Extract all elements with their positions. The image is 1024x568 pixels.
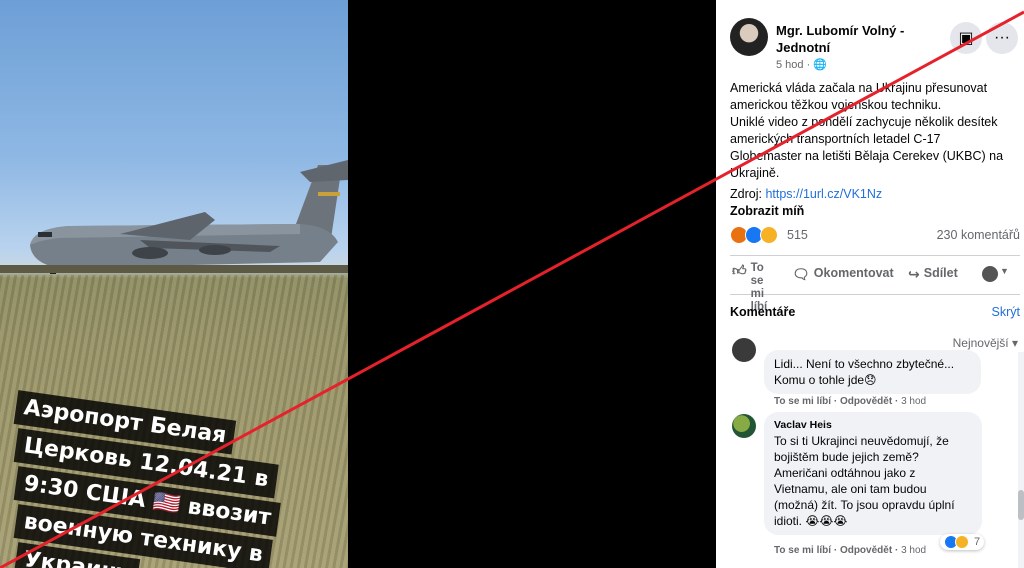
- commenter-avatar[interactable]: [732, 414, 756, 438]
- chevron-down-icon: ▼: [1000, 266, 1009, 276]
- panel-scrollbar[interactable]: [1018, 352, 1024, 568]
- hide-comments-link[interactable]: Skrýt: [992, 305, 1020, 319]
- media-viewer[interactable]: Аэропорт Белая Церковь 12.04.21 в 9:30 С…: [0, 0, 716, 568]
- see-less-link[interactable]: Zobrazit míň: [730, 204, 804, 218]
- thumbs-up-icon: 👍︎: [732, 262, 747, 278]
- source-line: Zdroj: https://1url.cz/VK1Nz: [730, 187, 882, 201]
- reaction-count: 515: [787, 228, 808, 242]
- comment-label: Okomentovat: [813, 266, 894, 280]
- profile-avatar-icon: [982, 266, 998, 282]
- post-paragraph: Americká vláda začala na Ukrajinu přesun…: [730, 81, 988, 112]
- post-actions-bar: 👍︎ To se mi líbí 🗨︎ Okomentovat ↪ Sdílet…: [730, 255, 1020, 313]
- comment-like-link[interactable]: To se mi líbí: [774, 545, 831, 556]
- more-icon: ···: [994, 29, 1010, 46]
- sad-reaction-icon: [760, 226, 778, 244]
- share-icon: ↪: [908, 266, 920, 282]
- comment-text: Komu o tohle jde😞: [774, 373, 877, 387]
- scrollbar-thumb[interactable]: [1018, 490, 1024, 520]
- comment-bubble: Lidi... Není to všechno zbytečné... Komu…: [764, 350, 981, 394]
- author-name[interactable]: Mgr. Lubomír Volný - Jednotní: [776, 22, 936, 56]
- cargo-plane-image: [0, 160, 348, 274]
- comment-time[interactable]: 3 hod: [901, 545, 926, 556]
- commenter-name[interactable]: Vaclav Heis: [774, 417, 972, 433]
- comment-meta: To se mi líbí · Odpovědět · 3 hod: [774, 396, 927, 407]
- comment-reaction-count: 7: [974, 536, 981, 548]
- comment-sort-dropdown[interactable]: Nejnovější ▾: [953, 336, 1018, 350]
- video-caption: Аэропорт Белая Церковь 12.04.21 в 9:30 С…: [13, 388, 316, 568]
- comment-bubble: Vaclav Heis To si ti Ukrajinci neuvědomu…: [764, 412, 982, 535]
- author-avatar[interactable]: [730, 18, 768, 56]
- comment-reply-link[interactable]: Odpovědět: [840, 545, 892, 556]
- reactions-summary[interactable]: 515: [730, 226, 808, 244]
- post-side-panel: Mgr. Lubomír Volný - Jednotní 5 hod · 🌐 …: [716, 0, 1024, 568]
- more-options-button[interactable]: ···: [986, 22, 1018, 54]
- comment-reactions[interactable]: 7: [940, 534, 985, 550]
- video-frame[interactable]: Аэропорт Белая Церковь 12.04.21 в 9:30 С…: [0, 0, 348, 568]
- commenter-avatar[interactable]: [732, 338, 756, 362]
- comment-count[interactable]: 230 komentářů: [937, 228, 1020, 242]
- comment-text: To si ti Ukrajinci neuvědomují, že bojiš…: [774, 434, 955, 528]
- post-text: Americká vláda začala na Ukrajinu přesun…: [730, 80, 1014, 182]
- share-button[interactable]: ↪ Sdílet: [908, 266, 958, 283]
- comment-reply-link[interactable]: Odpovědět: [840, 396, 892, 407]
- comment-time[interactable]: 3 hod: [901, 396, 926, 407]
- haha-reaction-icon: [955, 535, 969, 549]
- comments-title: Komentáře: [730, 305, 796, 319]
- comment-like-link[interactable]: To se mi líbí: [774, 396, 831, 407]
- source-label: Zdroj:: [730, 187, 762, 201]
- comment-text: Lidi... Není to všechno zbytečné...: [774, 357, 955, 371]
- post-time[interactable]: 5 hod · 🌐: [776, 58, 827, 71]
- plus-square-icon: ▣: [958, 30, 974, 47]
- comment-meta: To se mi líbí · Odpovědět · 3 hod: [774, 545, 927, 556]
- post-paragraph: Uniklé video z pondělí zachycuje několik…: [730, 115, 1004, 180]
- comment-icon: 🗨︎: [792, 266, 810, 282]
- comment-button[interactable]: 🗨︎ Okomentovat: [792, 266, 894, 283]
- source-link[interactable]: https://1url.cz/VK1Nz: [765, 187, 882, 201]
- share-label: Sdílet: [923, 266, 958, 280]
- audience-selector[interactable]: ▼: [982, 266, 1009, 282]
- messenger-button[interactable]: ▣: [950, 22, 982, 54]
